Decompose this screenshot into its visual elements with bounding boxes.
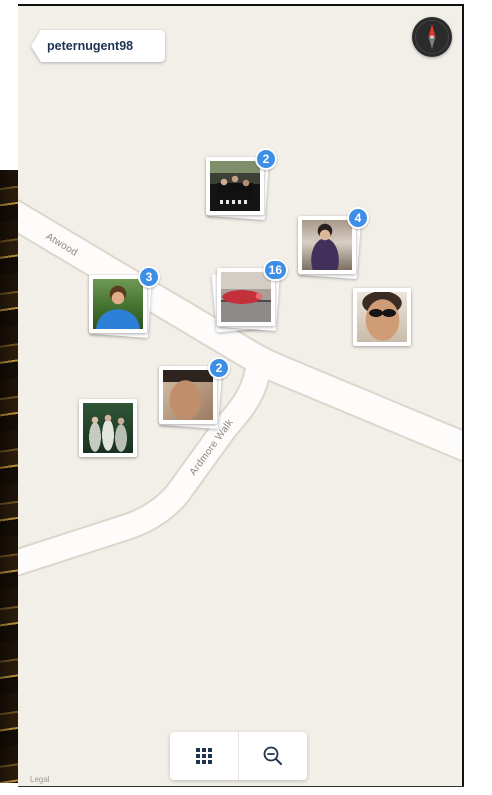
photo-map-screen: Atwood Ardmore Walk Legal peternugent98 …: [0, 0, 492, 795]
photo-count-badge: 16: [262, 259, 288, 281]
photo-image: [357, 292, 407, 342]
zoom-out-button[interactable]: [239, 732, 307, 780]
background-photo-edge: [0, 170, 18, 783]
frame-border-top: [18, 4, 464, 6]
username-tag[interactable]: peternugent98: [31, 30, 165, 62]
compass-pivot: [430, 35, 434, 39]
photo-single[interactable]: [353, 288, 411, 346]
grid-cell: [202, 760, 206, 764]
photo-thumbnail: [298, 216, 356, 274]
frame-border-right: [462, 4, 464, 787]
photo-count-badge: 3: [138, 266, 160, 288]
grid-icon: [196, 748, 212, 764]
grid-cell: [208, 754, 212, 758]
photo-cluster[interactable]: 16: [211, 259, 288, 333]
compass-button[interactable]: [412, 17, 452, 57]
photo-cluster[interactable]: 4: [298, 207, 369, 279]
photo-image: [210, 161, 260, 211]
magnifier-handle: [274, 757, 282, 765]
photo-thumbnail: [206, 157, 264, 215]
photo-thumbnail: [159, 366, 217, 424]
grid-cell: [202, 754, 206, 758]
photo-cluster[interactable]: 2: [206, 148, 277, 220]
photo-image: [83, 403, 133, 453]
photo-image: [221, 272, 271, 322]
frame-border-bottom: [18, 786, 464, 787]
username-label: peternugent98: [47, 39, 134, 53]
photo-thumbnail: [353, 288, 411, 346]
photo-count-badge: 2: [208, 357, 230, 379]
photo-cluster[interactable]: 3: [89, 266, 160, 338]
map-toolbar: [170, 732, 307, 780]
compass-icon: [412, 17, 452, 57]
photo-thumbnail: [89, 275, 147, 333]
photo-cluster[interactable]: 2: [159, 357, 230, 429]
photo-count-badge: 2: [255, 148, 277, 170]
grid-cell: [196, 760, 200, 764]
grid-cell: [202, 748, 206, 752]
legal-link[interactable]: Legal: [30, 775, 50, 784]
road-layer: Atwood Ardmore Walk: [18, 198, 462, 577]
username-tag-body: peternugent98: [31, 30, 165, 62]
photo-image: [163, 370, 213, 420]
grid-cell: [208, 748, 212, 752]
photo-image: [93, 279, 143, 329]
photo-image: [302, 220, 352, 270]
grid-cell: [196, 754, 200, 758]
photo-count-badge: 4: [347, 207, 369, 229]
road-ardmore-walk-edge: [18, 356, 274, 577]
map-view[interactable]: Atwood Ardmore Walk: [18, 6, 462, 786]
grid-view-button[interactable]: [170, 732, 238, 780]
grid-cell: [208, 760, 212, 764]
photo-thumbnail: [79, 399, 137, 457]
zoom-out-icon: [263, 746, 282, 765]
photo-single[interactable]: [79, 399, 137, 457]
grid-cell: [196, 748, 200, 752]
